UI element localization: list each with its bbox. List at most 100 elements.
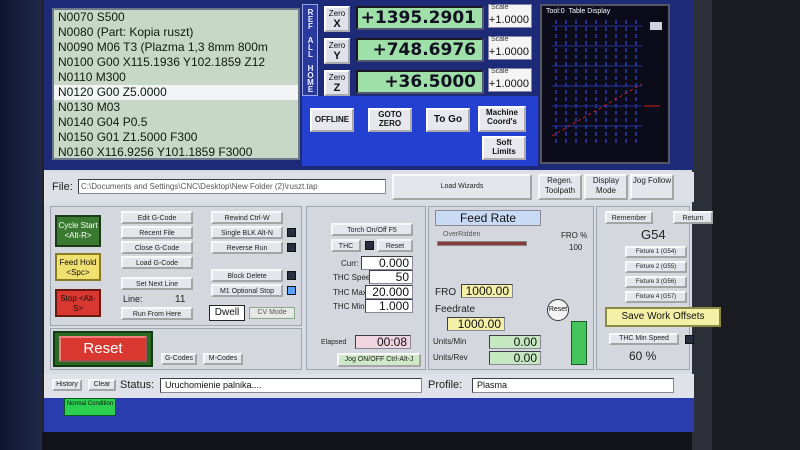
top-panel: N0070 S500 N0080 (Part: Kopia ruszt) N0090…: [44, 0, 694, 170]
program-run-panel: Cycle Start <Alt-R> Feed Hold <Spc> Stop…: [50, 206, 302, 326]
status-text-field: Uruchomienie palnika....: [160, 378, 422, 393]
zero-y-button[interactable]: Zero Y: [324, 38, 350, 64]
fixture-3-button[interactable]: Fixture 3 (G56): [625, 276, 687, 288]
units-min-value: 0.00: [489, 335, 541, 349]
bottom-bezel: [42, 432, 692, 450]
fixture-4-button[interactable]: Fixture 4 (G57): [625, 291, 687, 303]
thc-button[interactable]: THC: [331, 239, 361, 252]
overridden-label: OverRidden: [443, 231, 481, 238]
elapsed-value: 00:08: [355, 335, 411, 349]
thc-panel: Torch On/Off F5 THC Reset Curr: 0.000 TH…: [306, 206, 426, 370]
right-bezel: [692, 0, 800, 450]
history-button[interactable]: History: [52, 379, 82, 391]
reset-panel: Reset G-Codes M-Codes: [50, 328, 302, 370]
soft-limits-button[interactable]: Soft Limits: [482, 136, 526, 160]
gcode-line[interactable]: N0160 X116.9256 Y101.1859 F3000: [54, 145, 298, 158]
single-block-button[interactable]: Single BLK Alt-N: [211, 226, 283, 239]
thc-max-value[interactable]: 20.000: [365, 285, 413, 299]
dro-x[interactable]: +1395.2901: [356, 6, 484, 30]
gcode-line[interactable]: N0120 G00 Z5.0000: [54, 85, 298, 100]
gcode-line[interactable]: N0140 G04 P0.5: [54, 115, 298, 130]
file-path-field[interactable]: C:\Documents and Settings\CNC\Desktop\Ne…: [78, 179, 386, 194]
scale-y[interactable]: Scale +1.0000: [488, 36, 532, 60]
m1-optional-stop-button[interactable]: M1 Optional Stop: [211, 284, 283, 297]
dwell-indicator: Dwell: [209, 305, 245, 321]
run-from-here-button[interactable]: Run From Here: [121, 307, 193, 320]
thc-reset-button[interactable]: Reset: [377, 239, 413, 252]
close-gcode-button[interactable]: Close G-Code: [121, 241, 193, 254]
fixture-1-button[interactable]: Fixture 1 (G54): [625, 246, 687, 258]
gcode-line[interactable]: N0150 G01 Z1.5000 F300: [54, 130, 298, 145]
cv-mode-indicator: CV Mode: [249, 307, 295, 319]
gcode-line[interactable]: N0090 M06 T3 (Plazma 1,3 8mm 800m: [54, 40, 298, 55]
scale-z[interactable]: Scale +1.0000: [488, 68, 532, 92]
block-delete-led: [287, 271, 296, 280]
m1-optional-stop-led: [287, 286, 296, 295]
reverse-run-button[interactable]: Reverse Run: [211, 241, 283, 254]
current-fixture: G54: [641, 227, 666, 242]
regen-toolpath-button[interactable]: Regen. Toolpath: [538, 174, 582, 200]
gcode-listing[interactable]: N0070 S500 N0080 (Part: Kopia ruszt) N0090…: [52, 8, 300, 160]
jog-follow-button[interactable]: Jog Follow: [630, 174, 674, 200]
normal-condition-indicator: Normal Condition: [64, 398, 116, 416]
gcodes-button[interactable]: G-Codes: [161, 353, 197, 365]
single-block-led: [287, 228, 296, 237]
offline-button[interactable]: OFFLINE: [310, 108, 354, 132]
reset-button[interactable]: Reset: [59, 336, 147, 362]
torch-on-off-button[interactable]: Torch On/Off F5: [331, 223, 413, 236]
ref-all-home-button[interactable]: REF ALL HOME: [302, 4, 318, 96]
stop-button[interactable]: Stop <Alt-S>: [55, 289, 101, 317]
zero-x-button[interactable]: Zero X: [324, 6, 350, 32]
feedrate-reset-button[interactable]: Reset: [547, 299, 569, 321]
fro-slider-fill: [438, 242, 526, 245]
feed-rate-title: Feed Rate: [435, 210, 541, 226]
scale-x[interactable]: Scale +1.0000: [488, 4, 532, 28]
gcode-line[interactable]: N0080 (Part: Kopia ruszt): [54, 25, 298, 40]
zero-z-button[interactable]: Zero Z: [324, 70, 350, 96]
jog-toggle-button[interactable]: Jog ON/OFF Ctrl-Alt-J: [337, 353, 421, 367]
mcodes-button[interactable]: M-Codes: [203, 353, 243, 365]
fixture-2-button[interactable]: Fixture 2 (G55): [625, 261, 687, 273]
dro-z[interactable]: +36.5000: [356, 70, 484, 94]
units-min-label: Units/Min: [433, 337, 467, 346]
thc-speed-value[interactable]: 50: [369, 270, 413, 284]
fro-slider[interactable]: [437, 241, 527, 246]
feed-hold-button[interactable]: Feed Hold <Spc>: [55, 253, 101, 281]
thc-min-speed-button[interactable]: THC Min Speed: [609, 333, 679, 345]
set-next-line-button[interactable]: Set Next Line: [121, 277, 193, 290]
machine-coords-button[interactable]: Machine Coord's: [478, 106, 526, 132]
save-work-offsets-button[interactable]: Save Work Offsets: [605, 307, 721, 327]
elapsed-label: Elapsed: [321, 339, 347, 346]
gcode-line[interactable]: N0130 M03: [54, 100, 298, 115]
profile-label: Profile:: [428, 379, 463, 391]
recent-file-button[interactable]: Recent File: [121, 226, 193, 239]
fro-label: FRO: [435, 287, 457, 298]
goto-zero-button[interactable]: GOTO ZERO: [368, 108, 412, 132]
clear-button[interactable]: Clear: [88, 379, 116, 391]
feedrate-value[interactable]: 1000.00: [447, 317, 505, 331]
cycle-start-button[interactable]: Cycle Start <Alt-R>: [55, 215, 101, 247]
status-label: Status:: [120, 379, 155, 391]
edit-gcode-button[interactable]: Edit G-Code: [121, 211, 193, 224]
block-delete-button[interactable]: Block Delete: [211, 269, 283, 282]
thc-curr-value: 0.000: [361, 256, 413, 270]
fro-value[interactable]: 1000.00: [461, 284, 513, 298]
gcode-line[interactable]: N0070 S500: [54, 10, 298, 25]
profile-field: Plasma: [472, 378, 674, 393]
gcode-line[interactable]: N0100 G00 X115.1936 Y102.1859 Z12: [54, 55, 298, 70]
thc-percent-value: 60 %: [629, 349, 657, 363]
gcode-line[interactable]: N0110 M300: [54, 70, 298, 85]
thc-min-value[interactable]: 1.000: [365, 299, 413, 313]
reverse-run-led: [287, 243, 296, 252]
to-go-button[interactable]: To Go: [426, 108, 470, 132]
rewind-button[interactable]: Rewind Ctrl-W: [211, 211, 283, 224]
toolpath-display[interactable]: Tool:0 Table Display: [540, 4, 670, 164]
load-wizards-button[interactable]: Load Wizards: [392, 174, 532, 200]
remember-button[interactable]: Remember: [605, 211, 653, 224]
display-mode-button[interactable]: Display Mode: [584, 174, 628, 200]
dro-y[interactable]: +748.6976: [356, 38, 484, 62]
feed-rate-panel: Feed Rate OverRidden FRO % 100 FRO 1000.…: [428, 206, 594, 370]
axis-controls-panel: OFFLINE GOTO ZERO To Go Machine Coord's …: [302, 96, 538, 166]
load-gcode-button[interactable]: Load G-Code: [121, 256, 193, 269]
return-button[interactable]: Return: [673, 211, 713, 224]
